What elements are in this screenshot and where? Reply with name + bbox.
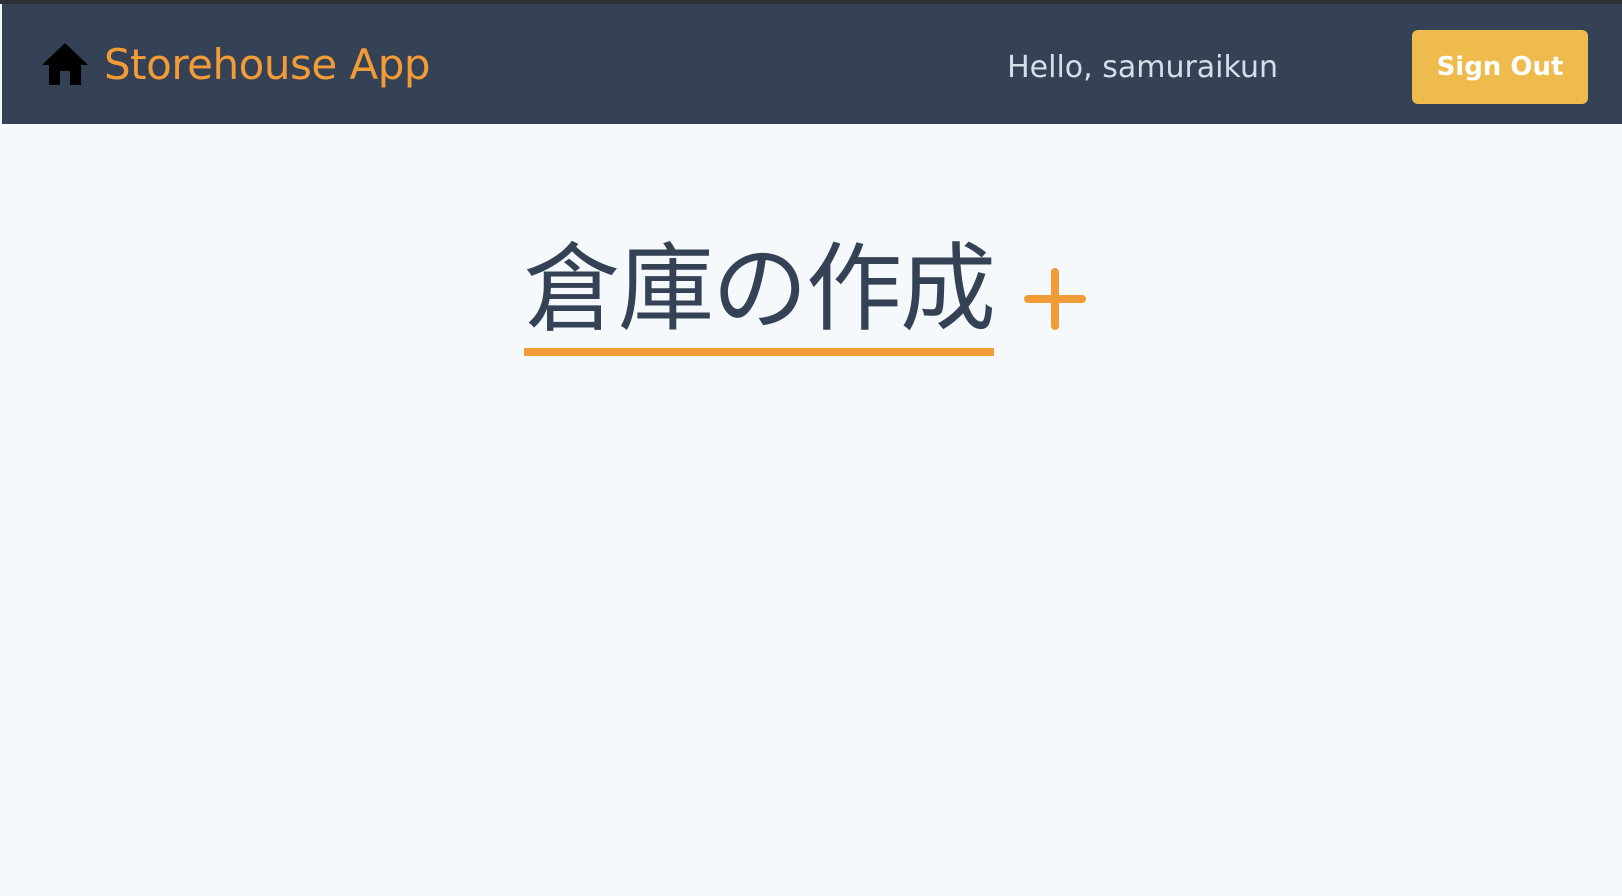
sign-out-button[interactable]: Sign Out (1412, 30, 1588, 104)
create-storehouse-link[interactable]: 倉庫の作成 (524, 234, 1086, 356)
main-content: 倉庫の作成 (0, 124, 1622, 896)
brand-title: Storehouse App (104, 39, 431, 89)
create-storehouse-title: 倉庫の作成 (524, 234, 996, 356)
navbar: Storehouse App Hello, samuraikun Sign Ou… (2, 4, 1622, 124)
plus-icon (1024, 268, 1086, 330)
brand-home-link[interactable]: Storehouse App (40, 26, 431, 102)
user-greeting: Hello, samuraikun (1007, 50, 1278, 85)
home-icon (40, 41, 90, 87)
